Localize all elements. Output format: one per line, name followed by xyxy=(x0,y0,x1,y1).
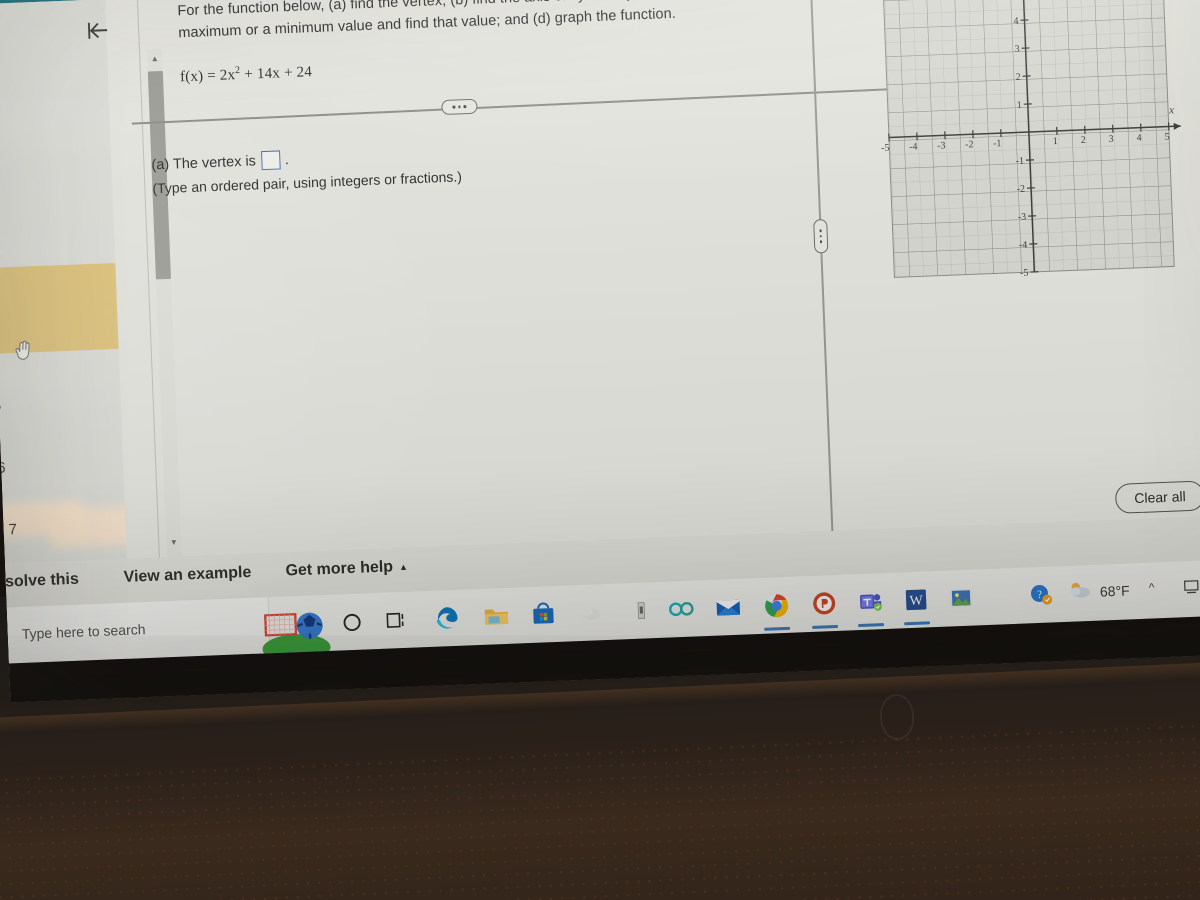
help-question-icon[interactable]: ? xyxy=(1029,582,1054,607)
teams-icon[interactable] xyxy=(856,587,885,616)
problem-equation: f(x) = 2x2 + 14x + 24 xyxy=(180,40,880,86)
list-item[interactable]: 6 xyxy=(0,459,6,476)
get-more-help-label: Get more help xyxy=(285,558,394,580)
x-axis-tick-label: -4 xyxy=(909,141,918,152)
cortana-circle-icon[interactable] xyxy=(337,607,366,636)
x-axis-tick-label: 3 xyxy=(1108,134,1113,145)
taskbar-active-indicator xyxy=(764,626,791,631)
back-to-start-icon[interactable] xyxy=(75,13,120,49)
graph-svg[interactable]: y x xyxy=(869,0,1200,303)
task-view-icon[interactable] xyxy=(382,606,411,635)
y-axis-tick-label: -2 xyxy=(1017,184,1026,195)
taskbar-search-box[interactable]: Type here to search xyxy=(6,597,271,664)
exercise-scroll-down-icon[interactable]: ▼ xyxy=(167,537,180,550)
edge-icon[interactable] xyxy=(432,604,461,633)
taskbar-active-indicator xyxy=(858,623,885,627)
show-hidden-icons-chevron-icon[interactable]: ^ xyxy=(1149,580,1155,594)
coordinate-graph[interactable]: y x xyxy=(869,0,1200,303)
part-a-answer-block: (a) The vertex is . (Type an ordered pai… xyxy=(151,134,712,196)
caret-up-icon: ▲ xyxy=(398,561,409,573)
y-axis-tick-label: 2 xyxy=(1015,72,1020,83)
powerpoint-icon[interactable] xyxy=(810,589,839,618)
speaker-grille xyxy=(0,719,1200,900)
part-a-period: . xyxy=(284,151,290,168)
exercise-pane: ▲ ▼ For the function below, (a) find the… xyxy=(87,0,1200,559)
list-item[interactable]: n 7 xyxy=(0,521,17,539)
more-options-icon[interactable] xyxy=(441,98,478,116)
svg-text:W: W xyxy=(909,594,924,610)
x-axis-tick-label: -1 xyxy=(993,138,1002,149)
hand-cursor-icon xyxy=(12,338,33,367)
equation-lhs: f(x) = 2x xyxy=(179,67,236,86)
y-axis-tick-label: -4 xyxy=(1019,240,1028,251)
projector-icon[interactable] xyxy=(1182,578,1200,602)
search-input[interactable]: Type here to search xyxy=(21,621,145,642)
photos-icon[interactable] xyxy=(947,584,976,613)
laptop-photo-scene: 5 6 n 7 ▼ xyxy=(0,0,1200,900)
y-axis-tick-label: 1 xyxy=(1017,100,1022,111)
x-axis-tick-label: 2 xyxy=(1081,135,1086,146)
vertex-input[interactable] xyxy=(260,150,281,171)
svg-text:x: x xyxy=(1168,104,1174,116)
news-and-interests-widget[interactable] xyxy=(259,598,343,663)
get-more-help-link[interactable]: Get more help ▲ xyxy=(285,558,408,581)
y-axis-tick-label: -5 xyxy=(1020,268,1029,279)
y-axis-tick-label: 3 xyxy=(1014,44,1019,55)
weather-temperature: 68°F xyxy=(1099,581,1130,600)
word-icon[interactable]: W xyxy=(902,585,931,614)
mail-icon[interactable] xyxy=(714,593,743,622)
y-axis-tick-label: -1 xyxy=(1015,156,1024,167)
cloud-app-icon[interactable] xyxy=(577,598,606,627)
view-an-example-link[interactable]: View an example xyxy=(123,564,251,587)
document-app-icon[interactable] xyxy=(627,596,656,625)
taskbar-active-indicator xyxy=(904,621,931,625)
exercise-scroll-up-icon[interactable]: ▲ xyxy=(148,53,161,66)
help-me-solve-this-link[interactable]: e solve this xyxy=(0,571,79,592)
x-axis-tick-label: -3 xyxy=(937,140,946,151)
chrome-icon[interactable] xyxy=(762,591,791,620)
part-a-label: (a) The vertex is xyxy=(151,152,257,173)
weather-cloud-sun-icon xyxy=(1066,579,1093,605)
microsoft-store-icon[interactable] xyxy=(529,600,558,629)
x-axis-tick-label: 1 xyxy=(1053,136,1058,147)
weather-tray-widget[interactable]: 68°F xyxy=(1066,577,1130,604)
x-axis-tick-label: -5 xyxy=(881,143,890,154)
y-axis-tick-label: 4 xyxy=(1013,16,1018,27)
pane-splitter-handle-icon[interactable] xyxy=(813,219,829,254)
skype-icon[interactable] xyxy=(667,594,696,623)
clear-all-button[interactable]: Clear all xyxy=(1114,480,1200,514)
section-divider xyxy=(131,86,922,125)
laptop-screen: 5 6 n 7 ▼ xyxy=(0,0,1200,703)
problem-statement: For the function below, (a) find the ver… xyxy=(177,0,880,86)
taskbar-active-indicator xyxy=(812,624,839,629)
list-item[interactable]: 5 xyxy=(0,398,2,415)
x-axis-tick-label: -2 xyxy=(965,139,974,150)
x-axis-tick-label: 5 xyxy=(1164,131,1169,142)
problem-prompt-text: For the function below, (a) find the ver… xyxy=(177,0,848,42)
x-axis-tick-label: 4 xyxy=(1136,133,1141,144)
pane-splitter[interactable] xyxy=(809,0,834,532)
file-explorer-icon[interactable] xyxy=(482,602,511,631)
equation-rhs: + 14x + 24 xyxy=(240,64,313,83)
svg-text:?: ? xyxy=(1037,589,1042,601)
y-axis-tick-label: -3 xyxy=(1018,212,1027,223)
